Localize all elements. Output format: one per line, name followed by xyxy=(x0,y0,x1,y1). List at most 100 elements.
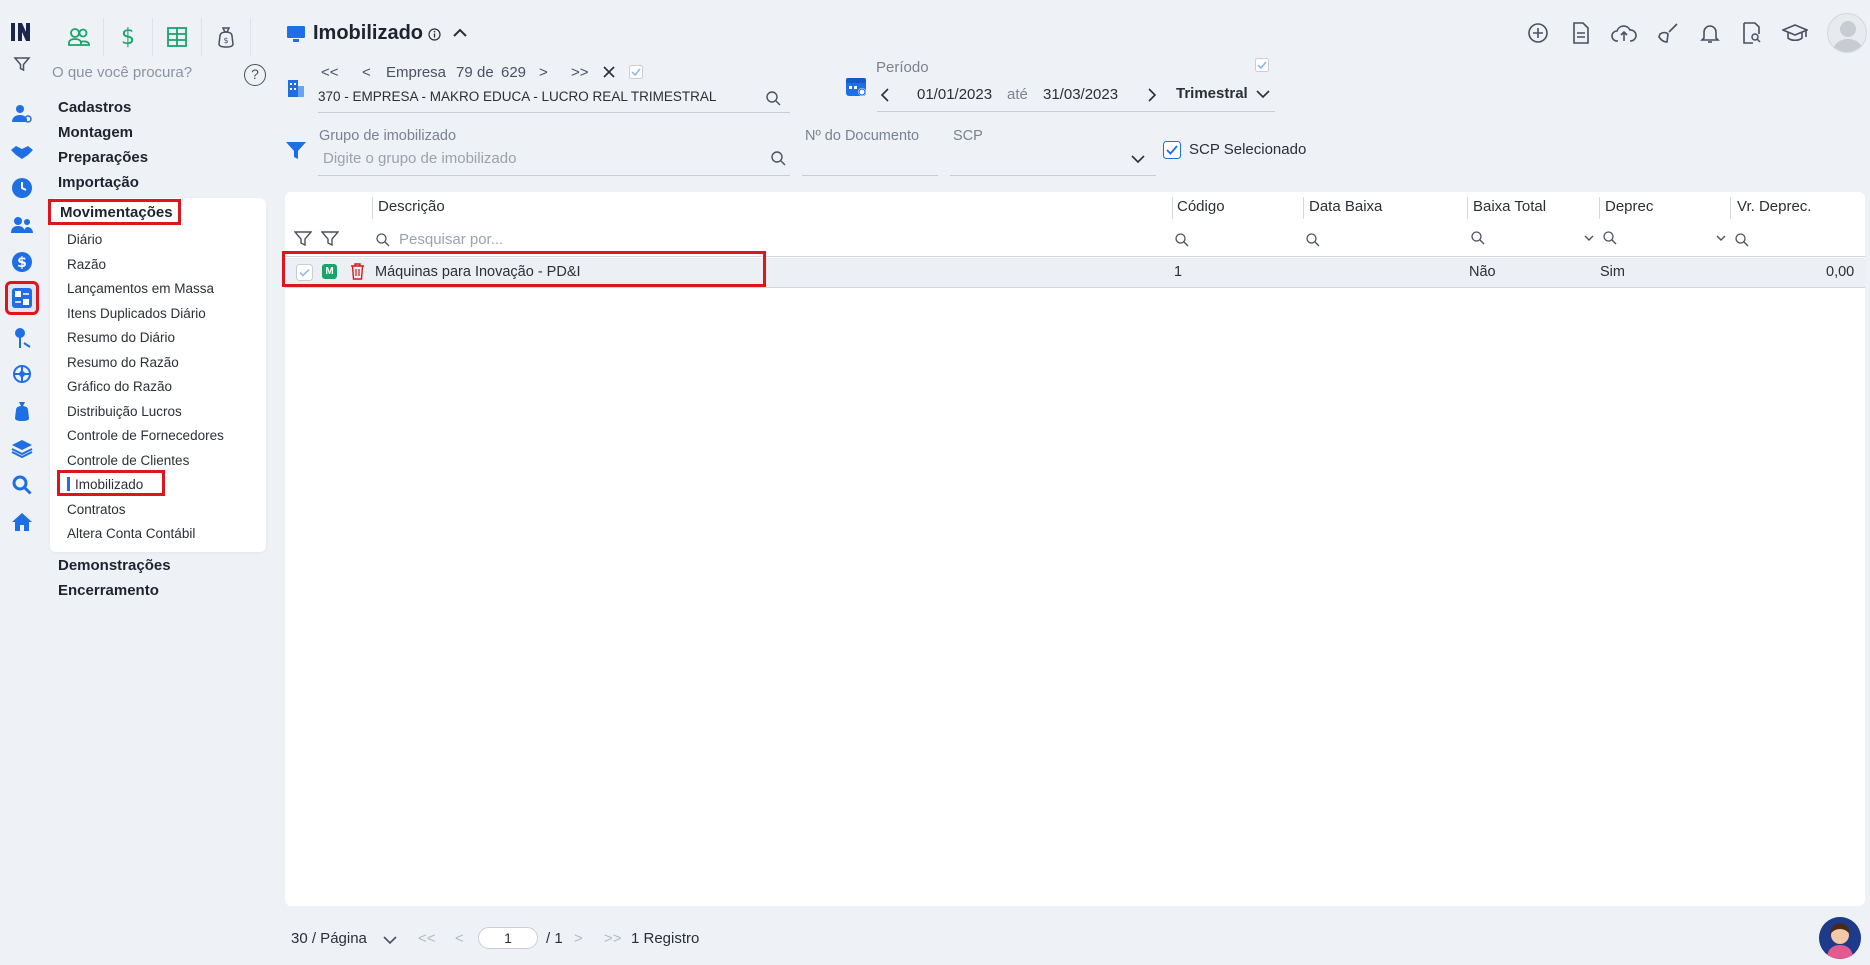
document-icon[interactable] xyxy=(1568,20,1594,46)
last-page-button[interactable]: >> xyxy=(604,930,622,947)
documento-input[interactable] xyxy=(802,148,938,176)
network-globe-icon[interactable] xyxy=(8,360,36,388)
bell-icon[interactable] xyxy=(1697,20,1723,46)
fiscal-tree-icon[interactable] xyxy=(8,324,36,352)
baixa-total-dropdown-icon[interactable] xyxy=(1584,234,1594,242)
submenu-item-controle-fornecedores[interactable]: Controle de Fornecedores xyxy=(67,428,224,443)
submenu-item-altera-conta[interactable]: Altera Conta Contábil xyxy=(67,526,195,541)
add-circle-icon[interactable] xyxy=(1525,20,1551,46)
handshake-icon[interactable] xyxy=(8,138,36,166)
page-size-select[interactable]: 30 / Página xyxy=(291,930,367,947)
app-logo-icon[interactable] xyxy=(8,18,36,46)
menu-cadastros[interactable]: Cadastros xyxy=(58,99,131,116)
report-search-icon[interactable] xyxy=(1739,20,1765,46)
company-search-icon[interactable] xyxy=(766,91,781,106)
help-icon[interactable]: ? xyxy=(244,64,266,86)
dollar-shortcut-icon[interactable]: $ xyxy=(104,18,153,56)
period-type-chevron-icon[interactable] xyxy=(1256,89,1270,99)
col-header-data-baixa[interactable]: Data Baixa xyxy=(1309,198,1382,215)
next-page-button[interactable]: > xyxy=(574,930,583,947)
money-bag-shortcut-icon[interactable]: $ xyxy=(202,18,251,56)
menu-importacao[interactable]: Importação xyxy=(58,174,139,191)
submenu-item-diario[interactable]: Diário xyxy=(67,232,102,247)
submenu-item-resumo-razao[interactable]: Resumo do Razão xyxy=(67,355,179,370)
deprec-search-icon[interactable] xyxy=(1603,231,1617,245)
first-company-button[interactable]: << xyxy=(321,64,339,81)
data-baixa-search-icon[interactable] xyxy=(1306,233,1320,247)
col-header-codigo[interactable]: Código xyxy=(1177,198,1225,215)
menu-montagem[interactable]: Montagem xyxy=(58,124,133,141)
col-sep[interactable] xyxy=(1730,197,1731,219)
cell-vr-deprec[interactable]: 0,00 xyxy=(1826,264,1854,280)
submenu-item-resumo-diario[interactable]: Resumo do Diário xyxy=(67,330,175,345)
deprec-dropdown-icon[interactable] xyxy=(1716,234,1726,242)
next-period-icon[interactable] xyxy=(1147,88,1157,102)
accounting-calculator-icon[interactable] xyxy=(5,281,39,315)
prev-page-button[interactable]: < xyxy=(455,930,464,947)
cell-baixa-total[interactable]: Não xyxy=(1469,264,1496,280)
col-sep[interactable] xyxy=(1303,197,1304,219)
clear-icon[interactable] xyxy=(603,66,615,78)
period-checkbox[interactable] xyxy=(1255,58,1269,72)
submenu-item-contratos[interactable]: Contratos xyxy=(67,502,126,517)
users-icon[interactable] xyxy=(8,211,36,239)
submenu-item-distribuicao-lucros[interactable]: Distribuição Lucros xyxy=(67,404,182,419)
user-settings-icon[interactable] xyxy=(8,100,36,128)
submenu-item-lancamentos-massa[interactable]: Lançamentos em Massa xyxy=(67,281,214,296)
grid-filter-icon[interactable] xyxy=(321,231,339,247)
submenu-item-grafico-razao[interactable]: Gráfico do Razão xyxy=(67,379,172,394)
prev-period-icon[interactable] xyxy=(880,88,890,102)
col-sep[interactable] xyxy=(1172,197,1173,219)
submenu-item-itens-duplicados[interactable]: Itens Duplicados Diário xyxy=(67,306,206,321)
broom-icon[interactable] xyxy=(1655,20,1681,46)
clock-icon[interactable] xyxy=(8,174,36,202)
assistant-avatar[interactable] xyxy=(1819,917,1861,959)
col-sep[interactable] xyxy=(372,197,373,219)
layers-icon[interactable] xyxy=(8,434,36,462)
menu-preparacoes[interactable]: Preparações xyxy=(58,149,148,166)
people-shortcut-icon[interactable] xyxy=(55,18,104,56)
menu-encerramento[interactable]: Encerramento xyxy=(58,582,159,599)
first-page-button[interactable]: << xyxy=(418,930,436,947)
filter-icon[interactable] xyxy=(8,50,36,78)
spreadsheet-shortcut-icon[interactable] xyxy=(153,18,202,56)
period-end[interactable]: 31/03/2023 xyxy=(1043,86,1118,103)
period-type-select[interactable]: Trimestral xyxy=(1176,85,1248,102)
menu-demonstracoes[interactable]: Demonstrações xyxy=(58,557,171,574)
cloud-upload-icon[interactable] xyxy=(1611,20,1637,46)
period-start[interactable]: 01/01/2023 xyxy=(917,86,992,103)
submenu-item-razao[interactable]: Razão xyxy=(67,257,106,272)
funnel-icon[interactable] xyxy=(285,141,307,161)
magnifier-icon[interactable] xyxy=(8,471,36,499)
col-header-baixa-total[interactable]: Baixa Total xyxy=(1473,198,1546,215)
col-sep[interactable] xyxy=(1467,197,1468,219)
descricao-search-input[interactable]: Pesquisar por... xyxy=(399,231,503,248)
vr-deprec-search-icon[interactable] xyxy=(1735,233,1749,247)
grupo-search-icon[interactable] xyxy=(771,151,786,166)
info-icon[interactable] xyxy=(428,28,441,41)
menu-search-input[interactable]: O que você procura? xyxy=(52,64,262,88)
codigo-search-icon[interactable] xyxy=(1175,233,1189,247)
cell-codigo[interactable]: 1 xyxy=(1174,264,1182,280)
user-avatar[interactable] xyxy=(1827,13,1867,53)
col-sep[interactable] xyxy=(1599,197,1600,219)
money-bag-icon[interactable] xyxy=(8,397,36,425)
scp-select[interactable] xyxy=(950,148,1156,176)
cell-deprec[interactable]: Sim xyxy=(1600,264,1625,280)
col-header-vr-deprec[interactable]: Vr. Deprec. xyxy=(1737,198,1811,215)
dollar-icon[interactable]: $ xyxy=(8,248,36,276)
company-checkbox[interactable] xyxy=(629,65,643,79)
scp-selecionado-checkbox[interactable] xyxy=(1163,141,1181,159)
collapse-chevron-icon[interactable] xyxy=(452,26,468,40)
grupo-input[interactable]: Digite o grupo de imobilizado xyxy=(318,148,790,176)
col-header-deprec[interactable]: Deprec xyxy=(1605,198,1653,215)
submenu-item-controle-clientes[interactable]: Controle de Clientes xyxy=(67,453,189,468)
col-header-descricao[interactable]: Descrição xyxy=(378,198,445,215)
company-name-field[interactable]: 370 - EMPRESA - MAKRO EDUCA - LUCRO REAL… xyxy=(318,87,790,113)
grid-filter-clear-icon[interactable] xyxy=(294,231,312,247)
graduation-cap-icon[interactable] xyxy=(1782,20,1808,46)
prev-company-button[interactable]: < xyxy=(362,64,371,81)
menu-movimentacoes[interactable]: Movimentações xyxy=(48,199,181,225)
last-company-button[interactable]: >> xyxy=(571,64,589,81)
page-input[interactable]: 1 xyxy=(478,927,538,949)
